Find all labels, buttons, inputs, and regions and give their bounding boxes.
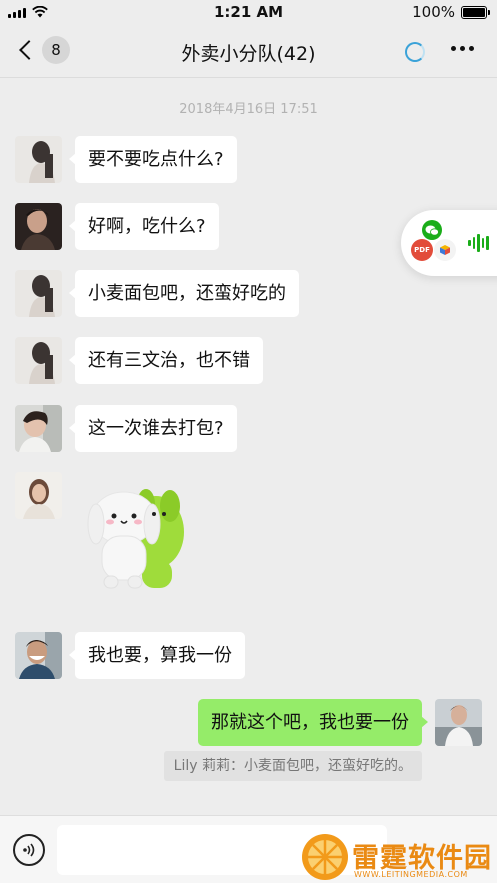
battery-percent: 100% [412, 3, 455, 21]
message-bubble[interactable]: 要不要吃点什么? [69, 136, 237, 183]
message-bubble[interactable]: 我也要，算我一份 [69, 632, 245, 679]
my-message-bubble[interactable]: 那就这个吧，我也要一份 [198, 699, 428, 746]
dot-icon [460, 46, 465, 51]
message-bubble[interactable]: 小麦面包吧，还蛮好吃的 [69, 270, 299, 317]
wechat-icon[interactable] [422, 220, 442, 240]
voice-wave-icon[interactable] [468, 234, 489, 252]
avatar[interactable] [15, 337, 62, 384]
message-bubble[interactable]: 还有三文治，也不错 [69, 337, 263, 384]
loading-spinner-icon [405, 42, 425, 62]
orange-logo-icon [302, 834, 348, 880]
battery-icon [461, 5, 490, 19]
chat-header: 8 外卖小分队(42) [0, 26, 497, 78]
dot-icon [451, 46, 456, 51]
avatar[interactable] [15, 472, 62, 519]
quoted-message[interactable]: Lily 莉莉：小麦面包吧，还蛮好吃的。 [163, 751, 422, 781]
my-avatar[interactable] [435, 699, 482, 746]
avatar[interactable] [15, 405, 62, 452]
status-bar: 1:21 AM 100% [0, 0, 497, 26]
voice-input-button[interactable] [13, 834, 45, 866]
dot-icon [469, 46, 474, 51]
sticker-image[interactable] [84, 480, 194, 595]
watermark: 雷霆软件园 WWW.LEITINGMEDIA.COM [300, 832, 497, 883]
avatar[interactable] [15, 203, 62, 250]
avatar[interactable] [15, 270, 62, 317]
more-options-button[interactable] [451, 46, 474, 51]
chat-timestamp: 2018年4月16日 17:51 [179, 102, 318, 117]
voice-icon [23, 843, 35, 857]
status-right: 100% [412, 3, 490, 21]
floating-shortcuts-panel[interactable]: PDF [401, 210, 497, 276]
avatar[interactable] [15, 632, 62, 679]
pdf-icon[interactable]: PDF [411, 239, 433, 261]
message-bubble[interactable]: 好啊，吃什么? [69, 203, 219, 250]
cube-icon[interactable] [434, 239, 456, 261]
avatar[interactable] [15, 136, 62, 183]
message-bubble[interactable]: 这一次谁去打包? [69, 405, 237, 452]
watermark-subtitle: WWW.LEITINGMEDIA.COM [354, 870, 468, 879]
